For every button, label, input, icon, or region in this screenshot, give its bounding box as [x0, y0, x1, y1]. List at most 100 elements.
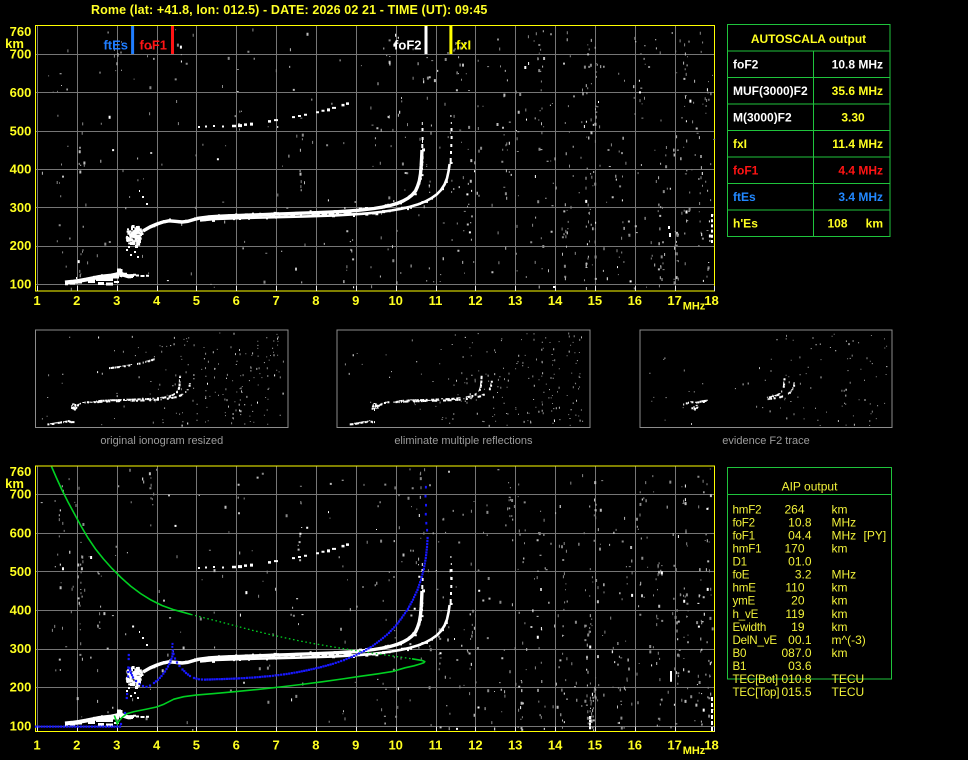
svg-text:MHz: MHz — [832, 515, 857, 529]
svg-text:11: 11 — [429, 293, 443, 308]
svg-text:264: 264 — [784, 502, 804, 516]
svg-text:hmE: hmE — [733, 582, 757, 595]
svg-text:2: 2 — [73, 293, 80, 308]
svg-text:300: 300 — [10, 200, 32, 215]
svg-text:14: 14 — [548, 293, 563, 308]
svg-text:h_vE: h_vE — [733, 608, 759, 621]
svg-text:600: 600 — [10, 85, 32, 100]
svg-text:4.4 MHz: 4.4 MHz — [838, 164, 883, 178]
svg-text:DelN_vE: DelN_vE — [733, 634, 778, 647]
svg-text:7: 7 — [272, 293, 279, 308]
svg-text:087.0: 087.0 — [781, 646, 811, 660]
svg-text:D1: D1 — [733, 556, 747, 569]
svg-text:foF1: foF1 — [733, 529, 755, 542]
svg-text:00.1: 00.1 — [788, 633, 812, 647]
svg-text:h'Es: h'Es — [733, 217, 758, 231]
svg-text:10: 10 — [388, 738, 402, 753]
svg-text:10: 10 — [388, 293, 402, 308]
svg-text:010.8: 010.8 — [781, 672, 811, 686]
svg-text:15: 15 — [588, 293, 602, 308]
svg-text:500: 500 — [10, 564, 32, 579]
svg-text:03.6: 03.6 — [788, 659, 812, 673]
svg-text:16: 16 — [628, 738, 642, 753]
svg-text:100: 100 — [10, 277, 32, 292]
svg-text:14: 14 — [548, 738, 563, 753]
svg-text:km: km — [832, 646, 848, 660]
svg-text:Rome (lat: +41.8, lon: 012.5): Rome (lat: +41.8, lon: 012.5) - DATE: 20… — [91, 3, 487, 17]
svg-text:110: 110 — [785, 581, 804, 595]
svg-text:km: km — [832, 581, 848, 595]
svg-text:500: 500 — [10, 123, 32, 138]
svg-text:11.4 MHz: 11.4 MHz — [832, 137, 883, 151]
svg-text:5: 5 — [193, 293, 200, 308]
svg-text:km: km — [832, 502, 848, 516]
svg-text:MUF(3000)F2: MUF(3000)F2 — [733, 84, 808, 98]
svg-text:11: 11 — [429, 738, 443, 753]
svg-text:10.8 MHz: 10.8 MHz — [832, 58, 883, 72]
svg-text:04.4: 04.4 — [788, 528, 812, 542]
svg-text:hmF2: hmF2 — [733, 503, 762, 516]
svg-text:100: 100 — [10, 718, 32, 733]
svg-text:original ionogram resized: original ionogram resized — [100, 435, 223, 447]
svg-text:foF2: foF2 — [394, 38, 421, 53]
svg-text:5: 5 — [193, 738, 200, 753]
svg-text:6: 6 — [233, 293, 240, 308]
svg-text:foF2: foF2 — [733, 58, 759, 72]
svg-text:400: 400 — [10, 603, 32, 618]
svg-text:ftEs: ftEs — [103, 38, 128, 53]
svg-text:eliminate multiple reflections: eliminate multiple reflections — [394, 435, 533, 447]
svg-text:MHz: MHz — [832, 528, 857, 542]
svg-text:400: 400 — [10, 162, 32, 177]
svg-text:01.0: 01.0 — [788, 555, 812, 569]
svg-text:TECU: TECU — [832, 685, 865, 699]
svg-text:6: 6 — [233, 738, 240, 753]
svg-text:MHz: MHz — [683, 745, 706, 755]
svg-text:170: 170 — [784, 542, 804, 556]
svg-text:12: 12 — [468, 738, 482, 753]
svg-text:3: 3 — [113, 293, 120, 308]
svg-text:B1: B1 — [733, 660, 747, 673]
svg-text:35.6 MHz: 35.6 MHz — [832, 84, 883, 98]
svg-text:foF1: foF1 — [140, 38, 167, 53]
svg-text:19: 19 — [791, 620, 805, 634]
svg-text:1: 1 — [33, 738, 40, 753]
svg-text:km: km — [866, 217, 883, 231]
svg-text:B0: B0 — [733, 647, 747, 660]
svg-text:3.2: 3.2 — [795, 568, 812, 582]
svg-text:13: 13 — [508, 738, 522, 753]
svg-text:300: 300 — [10, 641, 32, 656]
svg-text:17: 17 — [667, 738, 681, 753]
svg-text:hmF1: hmF1 — [733, 543, 762, 556]
svg-text:ftEs: ftEs — [733, 190, 756, 204]
svg-text:4: 4 — [153, 293, 161, 308]
svg-text:13: 13 — [508, 293, 522, 308]
svg-text:AIP output: AIP output — [782, 480, 838, 494]
svg-text:km: km — [832, 607, 848, 621]
svg-text:4: 4 — [153, 738, 161, 753]
svg-text:MHz: MHz — [683, 301, 706, 313]
svg-text:km: km — [832, 620, 848, 634]
svg-text:18: 18 — [704, 293, 718, 308]
svg-text:15: 15 — [588, 738, 602, 753]
svg-text:fxI: fxI — [733, 137, 747, 151]
svg-text:foF2: foF2 — [733, 516, 755, 529]
svg-text:fxI: fxI — [456, 38, 471, 53]
svg-text:foE: foE — [733, 569, 750, 582]
svg-text:200: 200 — [10, 680, 32, 695]
svg-text:600: 600 — [10, 525, 32, 540]
svg-text:200: 200 — [10, 238, 32, 253]
svg-text:Ewidth: Ewidth — [733, 621, 767, 634]
svg-text:AUTOSCALA output: AUTOSCALA output — [751, 32, 866, 46]
svg-text:foF1: foF1 — [733, 164, 759, 178]
svg-text:108: 108 — [827, 217, 847, 231]
svg-text:MHz: MHz — [832, 568, 857, 582]
svg-text:km: km — [832, 542, 848, 556]
svg-text:8: 8 — [312, 293, 319, 308]
svg-text:700: 700 — [10, 487, 32, 502]
svg-text:m^(-3): m^(-3) — [832, 633, 866, 647]
svg-text:119: 119 — [785, 607, 804, 621]
svg-text:9: 9 — [352, 293, 359, 308]
svg-text:015.5: 015.5 — [781, 685, 811, 699]
svg-text:TECU: TECU — [832, 672, 865, 686]
svg-text:TEC[Bot]: TEC[Bot] — [733, 673, 778, 686]
